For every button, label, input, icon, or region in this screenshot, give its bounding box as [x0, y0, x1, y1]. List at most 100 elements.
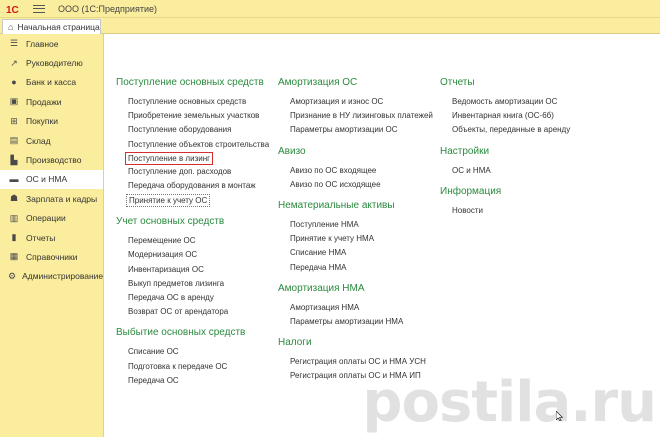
menu-link[interactable]: Признание в НУ лизинговых платежей — [278, 109, 433, 123]
menu-link[interactable]: Списание НМА — [278, 246, 433, 260]
section-title[interactable]: Налоги — [278, 337, 433, 349]
section-title[interactable]: Авизо — [278, 146, 433, 158]
section-title[interactable]: Выбытие основных средств — [116, 327, 269, 339]
section-title[interactable]: Информация — [440, 186, 570, 198]
menu-link[interactable]: ОС и НМА — [440, 164, 570, 178]
menu-section: Амортизация НМА Амортизация НМА Параметры … — [278, 283, 433, 329]
section-title[interactable]: Настройки — [440, 146, 570, 158]
menu-link[interactable]: Приобретение земельных участков — [116, 109, 269, 123]
sidebar-item-label: Руководителю — [26, 58, 83, 69]
1c-logo[interactable]: 1С — [4, 2, 26, 16]
sidebar-item[interactable]: ▬ ОС и НМА — [0, 169, 103, 190]
truck-icon: ▬ — [9, 174, 19, 185]
sidebar-item[interactable]: ▙ Производство — [0, 150, 103, 169]
sidebar-item[interactable]: ↗ Руководителю — [0, 53, 103, 72]
sidebar-item-label: Администрирование — [22, 271, 104, 282]
sidebar-item-label: Производство — [26, 155, 82, 166]
menu-link[interactable]: Передача оборудования в монтаж — [116, 179, 269, 193]
menu-link[interactable]: Амортизация НМА — [278, 301, 433, 315]
menu-section: Выбытие основных средств Списание ОС Подго… — [116, 327, 269, 388]
menu-link[interactable]: Подготовка к передаче ОС — [116, 360, 269, 374]
sidebar-item[interactable]: ● Банк и касса — [0, 73, 103, 92]
sidebar-item-label: Главное — [26, 38, 59, 49]
operations-icon: ▥ — [9, 212, 19, 223]
sidebar-item[interactable]: ⊞ Покупки — [0, 112, 103, 131]
trend-icon: ↗ — [10, 57, 18, 68]
sidebar-item[interactable]: ▤ Склад — [0, 131, 103, 150]
menu-link[interactable]: Принятие к учету НМА — [278, 232, 433, 246]
chart-icon: ▮ — [11, 232, 17, 243]
mouse-cursor-icon — [556, 411, 564, 421]
tab-home-label: Начальная страница — [17, 22, 100, 32]
section-title[interactable]: Учет основных средств — [116, 216, 269, 228]
tab-bar: ⌂ Начальная страница — [0, 18, 660, 34]
sidebar-item[interactable]: ☗ Зарплата и кадры — [0, 189, 103, 208]
menu-icon[interactable] — [32, 3, 46, 15]
bag-icon: ▣ — [9, 96, 19, 107]
section-title[interactable]: Нематериальные активы — [278, 200, 433, 212]
menu-section: Авизо Авизо по ОС входящее Авизо по ОС исх… — [278, 146, 433, 192]
menu-link[interactable]: Амортизация и износ ОС — [278, 95, 433, 109]
sidebar-item[interactable]: ▣ Продажи — [0, 92, 103, 111]
section-title[interactable]: Поступление основных средств — [116, 77, 269, 89]
sidebar-item-label: Операции — [26, 213, 66, 224]
menu-link[interactable]: Объекты, переданные в аренду — [440, 123, 570, 137]
sidebar: ☰ Главное ↗ Руководителю ● Банк и касса ▣ Прода… — [0, 34, 104, 437]
list-icon: ☰ — [9, 38, 19, 49]
menu-link[interactable]: Авизо по ОС исходящее — [278, 178, 433, 192]
menu-link[interactable]: Авизо по ОС входящее — [278, 164, 433, 178]
menu-link[interactable]: Передача ОС — [116, 374, 269, 388]
menu-link[interactable]: Поступление доп. расходов — [116, 165, 269, 179]
tab-home-page[interactable]: ⌂ Начальная страница — [2, 19, 101, 34]
menu-link[interactable]: Передача ОС в аренду — [116, 291, 269, 305]
menu-section: Учет основных средств Перемещение ОС Модер… — [116, 216, 269, 319]
menu-link[interactable]: Параметры амортизации ОС — [278, 123, 433, 137]
sidebar-item[interactable]: ⚙ Администрирование — [0, 267, 103, 286]
sidebar-item-label: Склад — [26, 135, 51, 146]
watermark-logo: postila.ru — [362, 370, 657, 435]
sidebar-item-label: ОС и НМА — [26, 174, 68, 185]
menu-link[interactable]: Инвентарная книга (ОС-6б) — [440, 109, 570, 123]
sidebar-item-label: Справочники — [26, 251, 78, 262]
sidebar-item[interactable]: ☰ Главное — [0, 34, 103, 53]
menu-link[interactable]: Поступление в лизинг — [124, 151, 214, 165]
sidebar-item[interactable]: ▥ Операции — [0, 209, 103, 228]
menu-column: Отчеты Ведомость амортизации ОС Инвентарна… — [440, 77, 570, 226]
menu-link[interactable]: Новости — [440, 204, 570, 218]
menu-link[interactable]: Возврат ОС от арендатора — [116, 305, 269, 319]
menu-link[interactable]: Принятие к учету ОС — [126, 194, 211, 208]
menu-link[interactable]: Списание ОС — [116, 345, 269, 359]
menu-link[interactable]: Поступление НМА — [278, 218, 433, 232]
menu-link[interactable]: Регистрация оплаты ОС и НМА УСН — [278, 355, 433, 369]
factory-icon: ▙ — [10, 154, 18, 165]
sidebar-item[interactable]: ▮ Отчеты — [0, 228, 103, 247]
menu-link[interactable]: Инвентаризация ОС — [116, 263, 269, 277]
title-bar: 1С ООО (1С:Предприятие) — [0, 0, 660, 18]
menu-section: Отчеты Ведомость амортизации ОС Инвентарна… — [440, 77, 570, 138]
book-icon: ▦ — [9, 251, 19, 262]
cart-icon: ⊞ — [10, 115, 18, 126]
svg-text:1С: 1С — [6, 5, 19, 15]
menu-column: Поступление основных средств Поступление … — [116, 77, 269, 396]
sidebar-item[interactable]: ▦ Справочники — [0, 247, 103, 266]
menu-link[interactable]: Поступление объектов строительства — [116, 138, 269, 152]
menu-link[interactable]: Поступление оборудования — [116, 123, 269, 137]
gear-icon: ⚙ — [8, 270, 17, 281]
menu-section: Информация Новости — [440, 186, 570, 218]
menu-link[interactable]: Ведомость амортизации ОС — [440, 95, 570, 109]
menu-link[interactable]: Модернизация ОС — [116, 248, 269, 262]
menu-link[interactable]: Передача НМА — [278, 261, 433, 275]
menu-link[interactable]: Перемещение ОС — [116, 234, 269, 248]
menu-link[interactable]: Параметры амортизации НМА — [278, 315, 433, 329]
section-title[interactable]: Амортизация НМА — [278, 283, 433, 295]
sidebar-item-label: Зарплата и кадры — [26, 193, 98, 204]
menu-link[interactable]: Поступление основных средств — [116, 95, 269, 109]
section-title[interactable]: Амортизация ОС — [278, 77, 433, 89]
1c-logo-icon: 1С — [6, 5, 19, 15]
section-title[interactable]: Отчеты — [440, 77, 570, 89]
menu-section: Поступление основных средств Поступление … — [116, 77, 269, 208]
home-icon: ⌂ — [8, 22, 14, 32]
menu-link[interactable]: Выкуп предметов лизинга — [116, 277, 269, 291]
menu-section: Амортизация ОС Амортизация и износ ОС Приз… — [278, 77, 433, 138]
sidebar-item-label: Банк и касса — [26, 77, 77, 88]
